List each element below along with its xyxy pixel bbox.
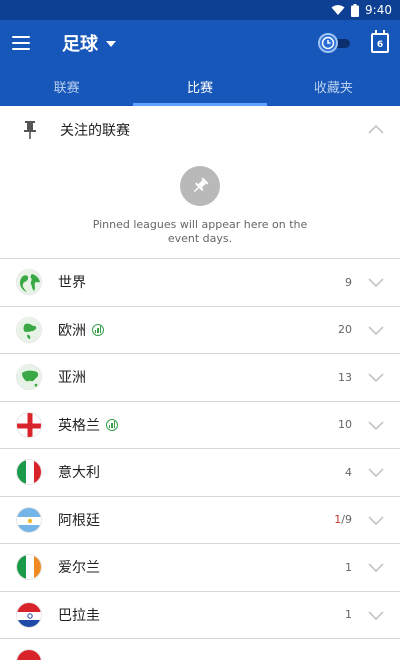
- league-name: 阿根廷: [58, 512, 100, 529]
- calendar-day: 6: [376, 40, 384, 50]
- league-row-ireland[interactable]: 爱尔兰 1: [0, 544, 400, 592]
- tab-matches[interactable]: 比赛: [133, 66, 266, 106]
- asia-globe-icon: [16, 364, 42, 391]
- chevron-down-icon[interactable]: [368, 515, 384, 526]
- chevron-down-icon[interactable]: [368, 468, 384, 478]
- league-name: 巴拉圭: [58, 607, 100, 624]
- league-row-italy[interactable]: 意大利 4: [0, 449, 400, 497]
- pinned-leagues-title: 关注的联赛: [60, 123, 130, 139]
- league-name: 英格兰: [58, 417, 100, 434]
- app-title: 足球: [62, 34, 98, 55]
- pinned-empty-message: Pinned leagues will appear here on the e…: [92, 218, 308, 245]
- status-time: 9:40: [365, 3, 392, 17]
- league-row-asia[interactable]: 亚洲 13: [0, 354, 400, 402]
- live-stats-icon: [106, 418, 118, 431]
- league-row-world[interactable]: 世界 9: [0, 259, 400, 307]
- pinned-empty-state: Pinned leagues will appear here on the e…: [0, 154, 400, 259]
- time-toggle[interactable]: [318, 32, 350, 54]
- app-bar: 足球 6: [0, 20, 400, 66]
- chevron-up-icon[interactable]: [368, 124, 384, 134]
- argentina-flag-icon: [16, 506, 42, 533]
- chevron-down-icon[interactable]: [368, 563, 384, 573]
- match-count: 4: [345, 465, 352, 479]
- sport-selector[interactable]: 足球: [62, 30, 116, 56]
- chevron-down-icon[interactable]: [368, 325, 384, 336]
- league-row-europe[interactable]: 欧洲 20: [0, 307, 400, 354]
- league-row-argentina[interactable]: 阿根廷 1/9: [0, 497, 400, 544]
- paraguay-flag-icon: [16, 601, 42, 628]
- league-name: 欧洲: [58, 322, 86, 339]
- league-name: 爱尔兰: [58, 560, 100, 577]
- calendar-icon[interactable]: 6: [371, 30, 389, 53]
- partial-flag-icon: [16, 649, 42, 660]
- match-count: 9: [345, 275, 352, 289]
- italy-flag-icon: [16, 459, 42, 486]
- europe-globe-icon: [16, 316, 42, 343]
- match-count: 1: [345, 608, 352, 622]
- tab-bar: 联赛 比赛 收藏夹: [0, 66, 400, 106]
- england-flag-icon: [16, 411, 42, 438]
- pinned-leagues-header[interactable]: 关注的联赛: [0, 106, 400, 154]
- league-row-partial[interactable]: [0, 639, 400, 660]
- ireland-flag-icon: [16, 554, 42, 581]
- match-count: 10: [338, 418, 352, 432]
- world-globe-icon: [16, 269, 42, 296]
- caret-down-icon: [106, 41, 116, 47]
- league-row-england[interactable]: 英格兰 10: [0, 402, 400, 449]
- league-name: 世界: [58, 275, 86, 292]
- match-count: 1/9: [334, 513, 352, 527]
- league-name: 亚洲: [58, 370, 86, 387]
- league-list: 世界 9 欧洲 20 亚洲 13 英格兰 10 意大利 4 阿根廷 1/9 爱尔…: [0, 259, 400, 660]
- match-count: 20: [338, 323, 352, 337]
- league-name: 意大利: [58, 465, 100, 482]
- menu-icon[interactable]: [12, 32, 34, 54]
- wifi-icon: [331, 5, 345, 15]
- status-bar: 9:40: [0, 0, 400, 20]
- chevron-down-icon[interactable]: [368, 610, 384, 621]
- league-row-paraguay[interactable]: 巴拉圭 1: [0, 592, 400, 639]
- tab-leagues[interactable]: 联赛: [0, 66, 133, 106]
- match-count: 1: [345, 560, 352, 574]
- chevron-down-icon[interactable]: [368, 420, 384, 431]
- match-count: 13: [338, 370, 352, 384]
- battery-icon: [351, 3, 360, 17]
- tab-favorites[interactable]: 收藏夹: [267, 66, 400, 106]
- chevron-down-icon[interactable]: [368, 373, 384, 383]
- pin-circle-icon: [180, 166, 220, 206]
- pin-icon: [16, 121, 44, 139]
- live-stats-icon: [92, 323, 104, 336]
- clock-icon: [318, 33, 338, 53]
- chevron-down-icon[interactable]: [368, 278, 384, 288]
